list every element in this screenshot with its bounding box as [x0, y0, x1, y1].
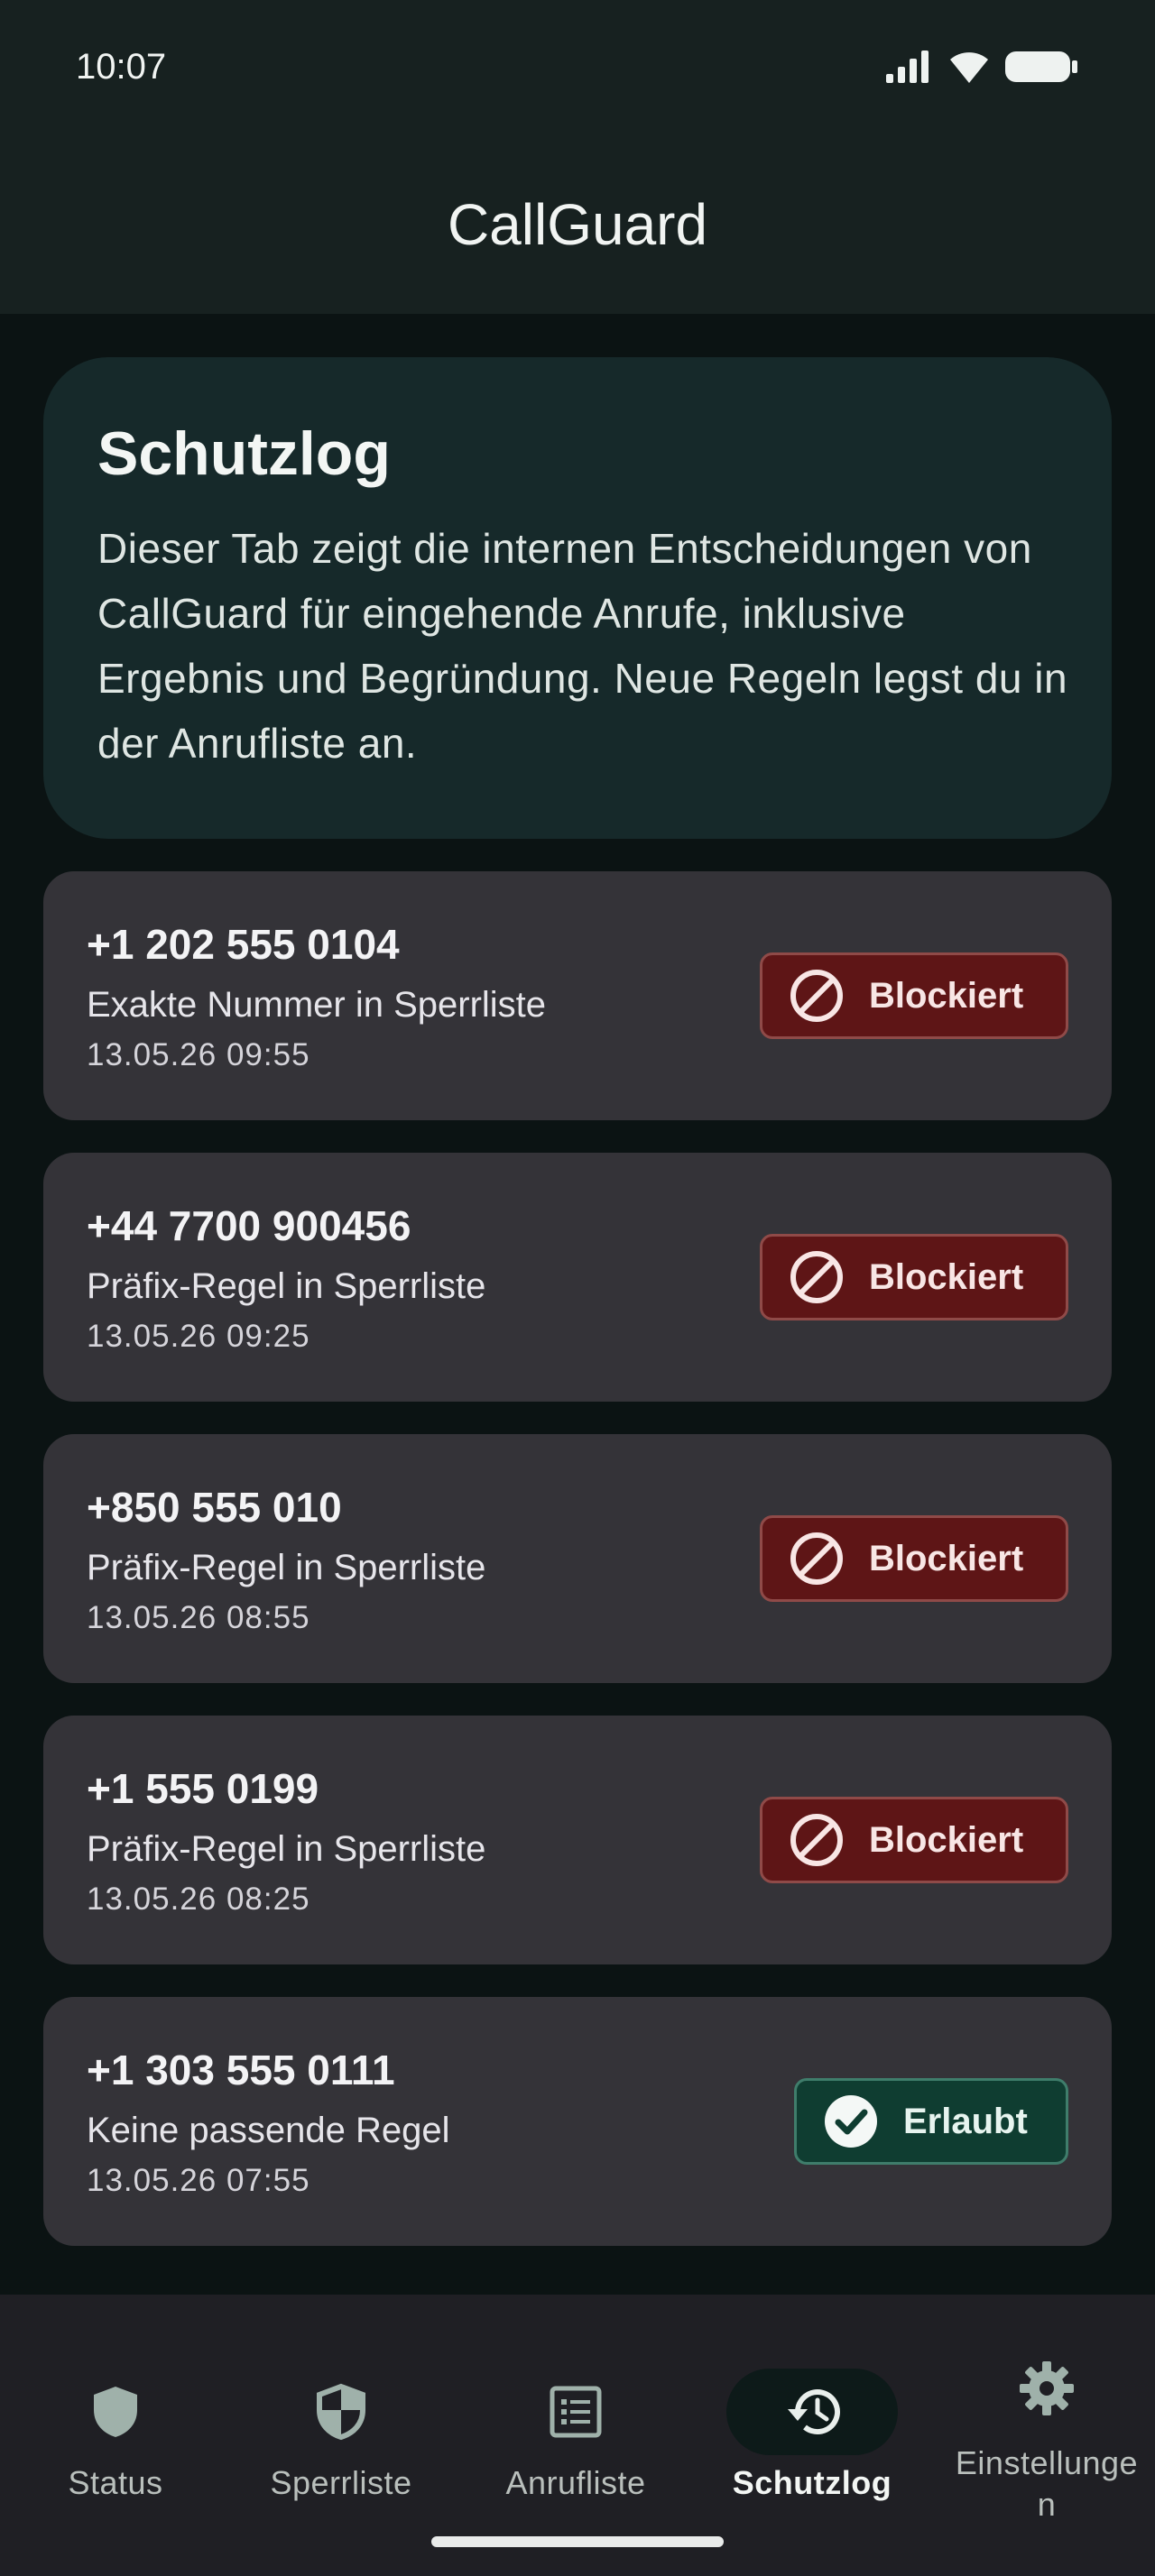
- nav-sperrliste[interactable]: Sperrliste: [226, 2327, 457, 2525]
- info-text: Dieser Tab zeigt die internen Entscheidu…: [97, 525, 1068, 767]
- check-circle-icon: [822, 2093, 880, 2150]
- result-badge-blocked: Blockiert: [760, 1515, 1068, 1602]
- log-entry[interactable]: +1 202 555 0104 Exakte Nummer in Sperrli…: [43, 871, 1112, 1120]
- log-number: +44 7700 900456: [87, 1202, 411, 1249]
- result-label: Blockiert: [869, 1256, 1024, 1297]
- result-badge-blocked: Blockiert: [760, 1797, 1068, 1883]
- history-icon: [788, 2389, 840, 2435]
- block-icon: [788, 967, 845, 1025]
- log-entry[interactable]: +850 555 010 Präfix-Regel in Sperrliste …: [43, 1434, 1112, 1683]
- signal-icon: [886, 51, 929, 83]
- nav-einstellungen[interactable]: Einstellunge n: [931, 2327, 1155, 2525]
- block-icon: [788, 1811, 845, 1869]
- nav-anrufliste-indicator: [490, 2369, 661, 2455]
- result-label: Blockiert: [869, 1538, 1024, 1578]
- list-icon: [550, 2386, 602, 2438]
- app-bar: CallGuard: [0, 135, 1155, 314]
- block-icon: [788, 1530, 845, 1587]
- log-number: +1 555 0199: [87, 1765, 319, 1812]
- log-reason: Präfix-Regel in Sperrliste: [87, 1829, 486, 1869]
- status-bar: 10:07: [0, 0, 1155, 135]
- log-number: +850 555 010: [87, 1484, 342, 1531]
- log-number: +1 202 555 0104: [87, 921, 400, 968]
- result-badge-allowed: Erlaubt: [794, 2078, 1068, 2165]
- block-icon: [788, 1248, 845, 1306]
- home-indicator[interactable]: [431, 2536, 724, 2547]
- shield-icon: [94, 2387, 137, 2437]
- nav-status-indicator: [30, 2369, 201, 2455]
- nav-status[interactable]: Status: [0, 2327, 231, 2525]
- log-entry[interactable]: +1 555 0199 Präfix-Regel in Sperrliste 1…: [43, 1716, 1112, 1964]
- log-timestamp: 13.05.26 08:55: [87, 1600, 310, 1635]
- nav-schutzlog-indicator: [726, 2369, 898, 2455]
- wifi-icon: [950, 52, 988, 83]
- log-reason: Exakte Nummer in Sperrliste: [87, 985, 547, 1025]
- status-time: 10:07: [76, 47, 167, 87]
- gear-icon: [1020, 2361, 1074, 2415]
- bottom-navigation: Status Sperrliste Anrufliste Schutzlog E…: [0, 2295, 1155, 2576]
- info-title: Schutzlog: [97, 419, 391, 488]
- log-timestamp: 13.05.26 07:55: [87, 2163, 310, 2198]
- shield-half-icon: [317, 2383, 365, 2441]
- nav-schutzlog-label: Schutzlog: [732, 2464, 892, 2501]
- app-title: CallGuard: [447, 192, 708, 257]
- nav-sperrliste-label: Sperrliste: [270, 2464, 412, 2501]
- log-entry[interactable]: +1 303 555 0111 Keine passende Regel 13.…: [43, 1997, 1112, 2246]
- nav-anrufliste-label: Anrufliste: [505, 2464, 646, 2501]
- log-timestamp: 13.05.26 09:55: [87, 1037, 310, 1072]
- nav-anrufliste[interactable]: Anrufliste: [460, 2327, 691, 2525]
- info-card: Schutzlog Dieser Tab zeigt die internen …: [43, 357, 1112, 839]
- result-badge-blocked: Blockiert: [760, 952, 1068, 1039]
- status-icons: [884, 49, 1079, 85]
- log-timestamp: 13.05.26 08:25: [87, 1881, 310, 1917]
- log-timestamp: 13.05.26 09:25: [87, 1319, 310, 1354]
- log-number: +1 303 555 0111: [87, 2047, 395, 2093]
- result-label: Blockiert: [869, 975, 1024, 1016]
- log-reason: Keine passende Regel: [87, 2111, 450, 2150]
- nav-einstellungen-indicator: [961, 2345, 1132, 2432]
- nav-sperrliste-indicator: [255, 2369, 427, 2455]
- result-label: Blockiert: [869, 1819, 1024, 1860]
- nav-status-label: Status: [68, 2464, 163, 2501]
- log-entry[interactable]: +44 7700 900456 Präfix-Regel in Sperrlis…: [43, 1153, 1112, 1402]
- battery-icon: [1005, 51, 1077, 82]
- result-badge-blocked: Blockiert: [760, 1234, 1068, 1320]
- nav-schutzlog[interactable]: Schutzlog: [697, 2327, 928, 2525]
- result-label: Erlaubt: [903, 2101, 1028, 2141]
- log-reason: Präfix-Regel in Sperrliste: [87, 1266, 486, 1306]
- nav-einstellungen-label: Einstellunge n: [955, 2444, 1139, 2523]
- log-reason: Präfix-Regel in Sperrliste: [87, 1548, 486, 1587]
